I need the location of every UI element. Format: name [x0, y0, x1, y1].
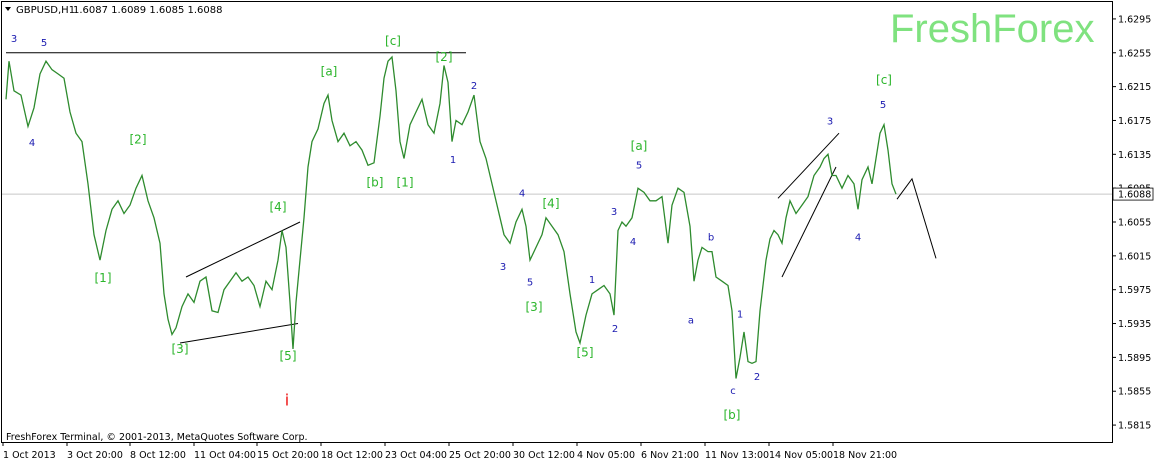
wave-label: [b]	[724, 408, 741, 422]
x-tick-label: 14 Nov 05:00	[769, 450, 833, 461]
chart-background	[0, 0, 1154, 463]
ohlc-readout: 1.6087 1.6089 1.6085 1.6088	[73, 5, 223, 16]
x-tick-label: 11 Nov 13:00	[705, 450, 769, 461]
y-tick-label: 1.6015	[1118, 251, 1151, 262]
wave-label: [3]	[526, 300, 543, 314]
wave-label: [2]	[436, 50, 453, 64]
y-tick-label: 1.5935	[1118, 319, 1151, 330]
wave-label: 2	[471, 81, 477, 92]
x-tick-label: 25 Oct 20:00	[449, 450, 511, 461]
wave-label: [5]	[577, 346, 594, 360]
wave-label: [a]	[321, 65, 338, 79]
wave-label: 5	[41, 38, 47, 49]
wave-label: 4	[630, 237, 636, 248]
wave-label: 3	[11, 34, 17, 45]
x-tick-label: 4 Nov 05:00	[577, 450, 635, 461]
copyright-text: FreshForex Terminal, © 2001-2013, MetaQu…	[6, 432, 308, 443]
wave-label: 1	[450, 155, 456, 166]
y-tick-label: 1.6175	[1118, 116, 1151, 127]
current-price-tag: 1.6088	[1112, 187, 1154, 201]
wave-label: [a]	[631, 139, 648, 153]
wave-label: [c]	[876, 73, 892, 87]
x-tick-label: 8 Oct 12:00	[130, 450, 186, 461]
wave-label: 2	[612, 324, 618, 335]
y-tick-label: 1.6255	[1118, 48, 1151, 59]
wave-label: [1]	[95, 271, 112, 285]
wave-label: 3	[500, 262, 506, 273]
wave-label: 5	[527, 277, 533, 288]
wave-label: c	[730, 386, 736, 397]
watermark-logo: FreshForex	[890, 7, 1095, 51]
wave-label: 4	[519, 189, 525, 200]
x-tick-label: 1 Oct 2013	[3, 450, 56, 461]
wave-label: [5]	[280, 349, 297, 363]
x-tick-label: 15 Oct 20:00	[257, 450, 319, 461]
y-tick-label: 1.6055	[1118, 218, 1151, 229]
y-tick-label: 1.5815	[1118, 421, 1151, 432]
price-chart: FreshForex GBPUSD,H1 1.6087 1.6089 1.608…	[0, 0, 1154, 463]
wave-label: 4	[29, 138, 35, 149]
wave-label: 3	[611, 207, 617, 218]
x-tick-label: 23 Oct 04:00	[385, 450, 447, 461]
wave-label: [3]	[172, 342, 189, 356]
wave-label: [1]	[397, 175, 414, 189]
wave-label: 2	[754, 372, 760, 383]
x-tick-label: 11 Oct 04:00	[194, 450, 256, 461]
wave-label: [c]	[385, 34, 401, 48]
y-tick-label: 1.6135	[1118, 150, 1151, 161]
wave-label: 1	[589, 275, 595, 286]
y-tick-label: 1.5895	[1118, 353, 1151, 364]
current-price-value: 1.6088	[1118, 190, 1151, 201]
wave-label: b	[708, 233, 714, 244]
chart-header[interactable]: GBPUSD,H1 1.6087 1.6089 1.6085 1.6088	[5, 5, 223, 16]
wave-label: i	[285, 391, 289, 410]
wave-label: [4]	[543, 197, 560, 211]
wave-label: 5	[636, 161, 642, 172]
wave-label: [b]	[367, 175, 384, 189]
wave-label: [2]	[130, 132, 147, 146]
wave-label: 5	[880, 100, 886, 111]
wave-label: [4]	[270, 200, 287, 214]
wave-label: 3	[827, 117, 833, 128]
x-tick-label: 30 Oct 12:00	[513, 450, 575, 461]
y-tick-label: 1.5975	[1118, 285, 1151, 296]
x-tick-label: 18 Nov 21:00	[833, 450, 897, 461]
y-tick-label: 1.6215	[1118, 82, 1151, 93]
wave-label: a	[688, 316, 694, 327]
x-tick-label: 6 Nov 21:00	[641, 450, 699, 461]
symbol-label: GBPUSD,H1	[16, 5, 75, 16]
wave-label: 4	[855, 233, 861, 244]
y-tick-label: 1.5855	[1118, 387, 1151, 398]
y-tick-label: 1.6295	[1118, 14, 1151, 25]
x-tick-label: 18 Oct 12:00	[321, 450, 383, 461]
x-tick-label: 3 Oct 20:00	[67, 450, 123, 461]
wave-label: 1	[737, 310, 743, 321]
